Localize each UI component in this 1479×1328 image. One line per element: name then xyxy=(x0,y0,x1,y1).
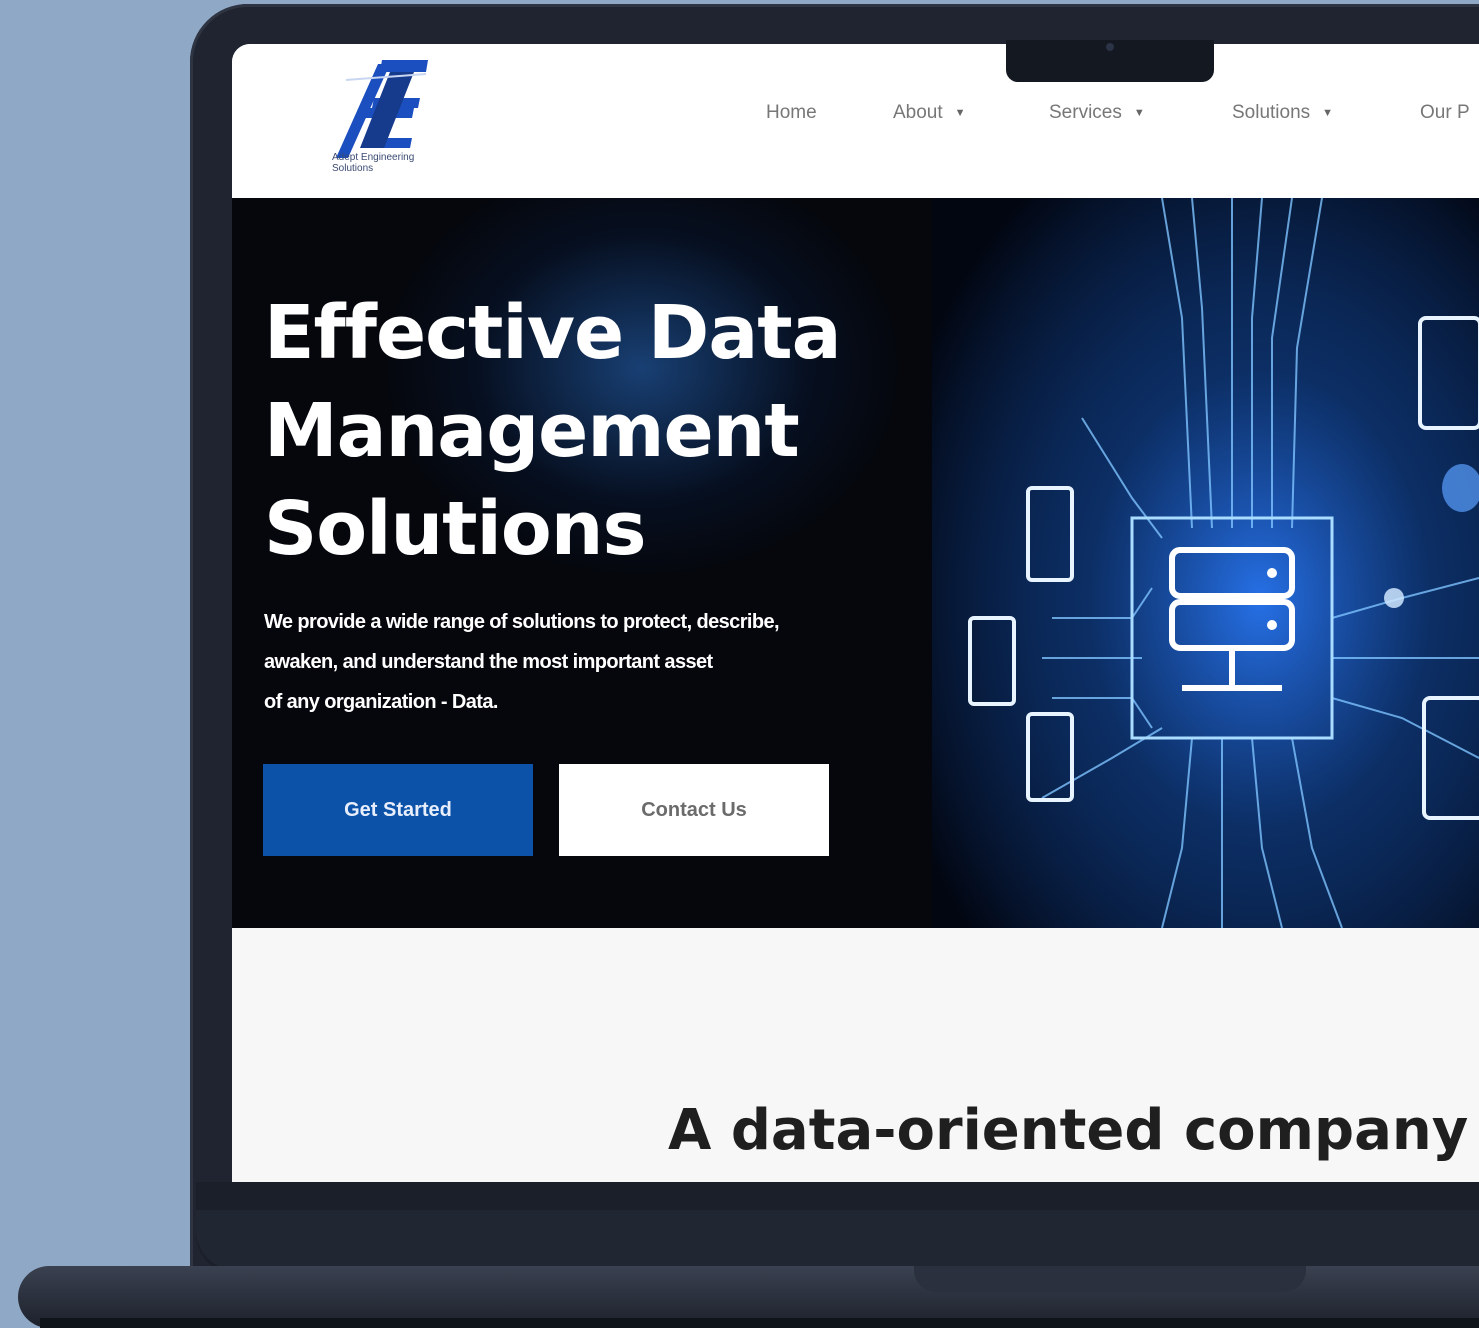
camera-notch xyxy=(1006,40,1214,82)
nav-our-label: Our P xyxy=(1420,102,1470,123)
nav-solutions[interactable]: Solutions ▼ xyxy=(1232,102,1333,124)
hero-title-line1: Effective Data xyxy=(264,290,842,376)
hero-title: Effective Data Management Solutions xyxy=(264,284,964,578)
nav-home-label: Home xyxy=(766,102,817,123)
logo-tagline-line2: Solutions xyxy=(332,163,374,174)
chevron-down-icon: ▼ xyxy=(1322,107,1334,119)
section-heading: A data-oriented company th xyxy=(668,1098,1479,1163)
laptop-opening-groove xyxy=(914,1266,1306,1292)
laptop-bezel-band xyxy=(196,1210,1479,1270)
hero-subtitle-line3: of any organization - Data. xyxy=(264,691,498,713)
hero-subtitle-line1: We provide a wide range of solutions to … xyxy=(264,611,780,633)
camera-icon xyxy=(1106,43,1114,51)
about-section: A data-oriented company th xyxy=(232,928,1479,1182)
hero-subtitle-line2: awaken, and understand the most importan… xyxy=(264,651,713,673)
nav-solutions-label: Solutions xyxy=(1232,102,1311,123)
get-started-button[interactable]: Get Started xyxy=(263,764,533,856)
chevron-down-icon: ▼ xyxy=(1133,107,1145,119)
nav-services[interactable]: Services ▼ xyxy=(1049,102,1145,124)
laptop-shadow xyxy=(40,1318,1479,1328)
nav-home[interactable]: Home xyxy=(766,102,817,124)
site-header: Adept Engineering Solutions Home About ▼… xyxy=(232,44,1479,200)
nav-about-label: About xyxy=(893,102,943,123)
circuit-server-illustration xyxy=(932,198,1479,928)
hero-title-line3: Solutions xyxy=(264,486,647,572)
chevron-down-icon: ▼ xyxy=(954,107,966,119)
nav-services-label: Services xyxy=(1049,102,1122,123)
nav-about[interactable]: About ▼ xyxy=(893,102,966,124)
hero-subtitle: We provide a wide range of solutions to … xyxy=(264,602,904,722)
hero-title-line2: Management xyxy=(264,388,800,474)
contact-us-button[interactable]: Contact Us xyxy=(559,764,829,856)
logo-tagline: Adept Engineering Solutions xyxy=(332,152,452,174)
logo-tagline-line1: Adept Engineering xyxy=(332,152,415,163)
hero-section: Effective Data Management Solutions We p… xyxy=(232,198,1479,928)
browser-screen: Adept Engineering Solutions Home About ▼… xyxy=(232,44,1479,1182)
nav-our-partial[interactable]: Our P xyxy=(1420,102,1470,124)
